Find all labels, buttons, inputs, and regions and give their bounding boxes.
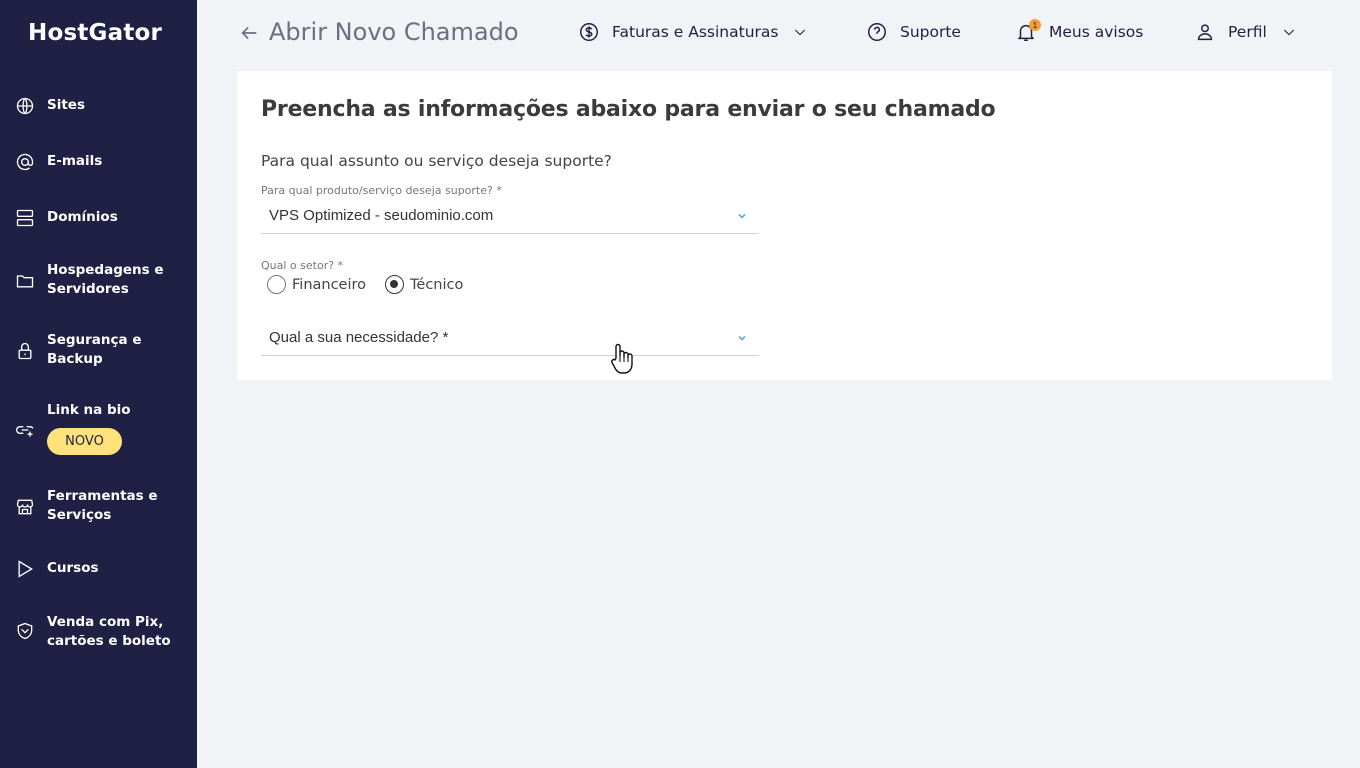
sidebar-item-cursos[interactable]: Cursos [0,557,197,581]
globe-icon [14,95,36,117]
back-arrow-icon[interactable] [238,22,260,44]
shield-icon [14,620,36,642]
new-badge: NOVO [47,428,122,455]
sector-label: Qual o setor? * [261,259,344,272]
need-select[interactable]: Qual a sua necessidade? * [261,311,759,356]
server-icon [14,207,36,229]
help-circle-icon [868,23,886,41]
sidebar: HostGator Sites E-mails Domínios Hospeda… [0,0,197,768]
page-title: Abrir Novo Chamado [269,18,519,46]
support-label: Suporte [900,23,961,41]
notices-label: Meus avisos [1049,23,1144,41]
sidebar-item-emails[interactable]: E-mails [0,151,197,173]
sidebar-item-label: Ferramentas e Serviços [47,488,158,523]
dollar-circle-icon [580,23,598,41]
sidebar-item-label: Domínios [47,209,118,225]
product-select-value: VPS Optimized - seudominio.com [269,207,494,224]
radio-label: Técnico [410,276,464,293]
sidebar-item-ferramentas[interactable]: Ferramentas e Serviços [0,487,197,527]
hand-cursor-icon [611,343,633,374]
sidebar-item-hospedagens[interactable]: Hospedagens e Servidores [0,261,197,301]
sidebar-item-label: E-mails [47,153,103,169]
sidebar-item-venda[interactable]: Venda com Pix, cartões e boleto [0,613,197,653]
form-question: Para qual assunto ou serviço deseja supo… [261,152,612,170]
sidebar-item-label: Venda com Pix, cartões e boleto [47,614,171,649]
chevron-down-icon [737,208,747,219]
sidebar-item-label: Hospedagens e Servidores [47,262,164,297]
sidebar-item-dominios[interactable]: Domínios [0,207,197,229]
ticket-form-card: Preencha as informações abaixo para envi… [237,71,1332,380]
user-icon [1197,24,1213,41]
chevron-down-icon [1283,29,1294,36]
sidebar-item-label: Cursos [47,560,99,576]
store-icon [14,496,36,518]
hostgator-logo[interactable]: HostGator [28,20,162,46]
form-heading: Preencha as informações abaixo para envi… [261,97,996,122]
radio-tecnico[interactable]: Técnico [385,275,463,294]
billing-menu[interactable]: Faturas e Assinaturas [578,20,808,44]
billing-label: Faturas e Assinaturas [612,23,779,41]
play-icon [14,558,36,580]
sidebar-item-label: Segurança e Backup [47,332,142,367]
sidebar-item-label: Link na bio [47,402,131,418]
folder-icon [14,270,36,292]
profile-label: Perfil [1228,23,1267,41]
radio-financeiro[interactable]: Financeiro [267,275,366,294]
profile-menu[interactable]: Perfil [1194,20,1297,44]
product-select-label: Para qual produto/serviço deseja suporte… [261,184,502,197]
notification-count-badge: 1 [1029,19,1041,31]
radio-circle [267,275,286,294]
support-link[interactable]: Suporte [866,20,961,44]
chevron-down-icon [795,29,806,36]
radio-circle-selected [385,275,404,294]
lock-icon [14,340,36,362]
sidebar-item-sites[interactable]: Sites [0,95,197,117]
link-icon [14,419,36,441]
radio-label: Financeiro [292,276,367,293]
product-select[interactable]: Para qual produto/serviço deseja suporte… [261,184,759,234]
sidebar-item-label: Sites [47,97,85,113]
at-icon [14,151,36,173]
need-select-placeholder: Qual a sua necessidade? * [269,329,449,346]
sidebar-item-seguranca[interactable]: Segurança e Backup [0,331,197,371]
chevron-down-icon [737,330,747,341]
